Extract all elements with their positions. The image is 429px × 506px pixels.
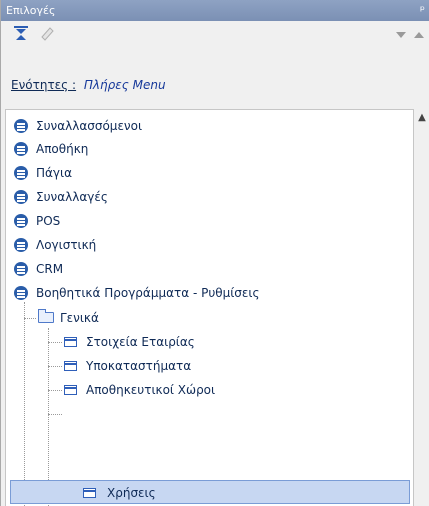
tree-connector: [48, 414, 62, 415]
tree-item-label: Βοηθητικά Προγράμματα - Ρυθμίσεις: [36, 286, 260, 300]
sections-value[interactable]: Πλήρες Menu: [84, 78, 166, 92]
tree-item-label: Στοιχεία Εταιρίας: [86, 335, 195, 349]
tree-item-label: Συναλλαγές: [36, 190, 108, 204]
menu-list-icon: [14, 190, 28, 204]
sections-selector[interactable]: Ενότητες : Πλήρες Menu: [11, 78, 166, 92]
panel-title: Επιλογές: [6, 4, 56, 17]
tree-item-label: Πάγια: [36, 166, 73, 180]
toolbar: [1, 21, 429, 44]
tree-item-label: Συναλλασσόμενοι: [36, 119, 143, 133]
eraser-icon[interactable]: [39, 25, 55, 45]
tree-item-utilities-settings[interactable]: Βοηθητικά Προγράμματα - Ρυθμίσεις: [6, 282, 406, 304]
triangle-down-icon[interactable]: [395, 28, 407, 43]
tree-item-pos[interactable]: POS: [6, 210, 406, 232]
tree-folder-label: Γενικά: [60, 311, 99, 325]
tree-item-fixed-assets[interactable]: Πάγια: [6, 162, 406, 184]
tree-item-fiscal-years[interactable]: Χρήσεις: [10, 480, 410, 504]
menu-list-icon: [14, 142, 28, 156]
tree-item-counterparties[interactable]: Συναλλασσόμενοι: [6, 115, 406, 137]
tree-item-branches[interactable]: Υποκαταστήματα: [6, 355, 406, 377]
tree-item-label: Υποκαταστήματα: [86, 359, 192, 373]
menu-list-icon: [14, 166, 28, 180]
panel-titlebar: Επιλογές ᵖ: [1, 0, 429, 21]
menu-list-icon: [14, 214, 28, 228]
menu-list-icon: [14, 286, 28, 300]
tree-item-label: Αποθηκευτικοί Χώροι: [86, 383, 216, 397]
tree-item-accounting[interactable]: Λογιστική: [6, 234, 406, 256]
form-icon: [64, 361, 77, 371]
form-icon: [83, 488, 96, 498]
pin-icon[interactable]: ᵖ: [420, 0, 425, 21]
scroll-up-button[interactable]: ▲: [414, 109, 429, 127]
tree-item-label: Χρήσεις: [107, 486, 156, 500]
tree-item-crm[interactable]: CRM: [6, 258, 406, 280]
tree-item-label: POS: [36, 214, 61, 228]
tree-item-transactions[interactable]: Συναλλαγές: [6, 186, 406, 208]
tree-folder-general[interactable]: Γενικά: [6, 307, 406, 329]
folder-icon: [38, 309, 54, 323]
menu-list-icon: [14, 238, 28, 252]
form-icon: [64, 337, 77, 347]
tree-item-label: CRM: [36, 262, 64, 276]
menu-list-icon: [14, 119, 28, 133]
sections-label: Ενότητες :: [11, 78, 77, 92]
form-icon: [64, 385, 77, 395]
triangle-up-icon[interactable]: [413, 28, 425, 43]
menu-list-icon: [14, 262, 28, 276]
tree-item-warehouse[interactable]: Αποθήκη: [6, 138, 406, 160]
tree-item-label: Λογιστική: [36, 238, 97, 252]
options-panel: Επιλογές ᵖ Ενότητες : Πλήρες Menu Συναλλ…: [0, 0, 429, 506]
tree-item-label: Αποθήκη: [36, 142, 89, 156]
tree-item-storage-locations[interactable]: Αποθηκευτικοί Χώροι: [6, 379, 406, 401]
menu-tree: Συναλλασσόμενοι Αποθήκη Πάγια Συναλλαγές…: [5, 109, 414, 506]
collapse-all-icon[interactable]: [13, 25, 29, 45]
tree-item-company-info[interactable]: Στοιχεία Εταιρίας: [6, 331, 406, 353]
